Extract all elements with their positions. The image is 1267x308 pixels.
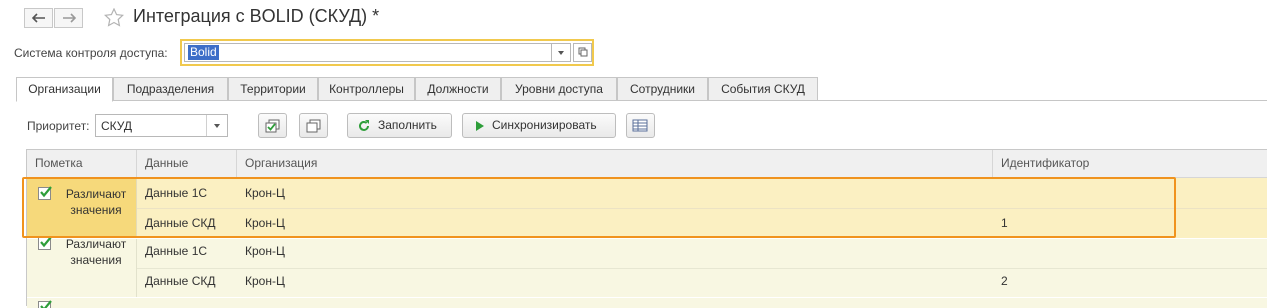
chevron-down-icon[interactable] <box>206 115 227 136</box>
check-all-button[interactable] <box>258 113 287 138</box>
tab-positions[interactable]: Должности <box>415 77 501 101</box>
settings-table-icon <box>632 119 648 132</box>
play-icon <box>476 121 484 131</box>
tab-access-levels[interactable]: Уровни доступа <box>501 77 617 101</box>
fill-button-label: Заполнить <box>378 118 437 132</box>
open-form-icon[interactable] <box>573 43 592 62</box>
tab-controllers[interactable]: Контроллеры <box>318 77 415 101</box>
mark-text: Различают значения <box>65 237 127 267</box>
sync-button-label: Синхронизировать <box>492 118 597 132</box>
table-row[interactable]: Данные 1С Крон-Ц <box>137 237 1267 266</box>
mark-cell[interactable]: Различают значения <box>27 236 137 297</box>
cell-data: Данные СКД <box>145 274 216 288</box>
table-row[interactable]: Данные СКД Крон-Ц 2 <box>137 267 1267 296</box>
uncheck-all-button[interactable] <box>299 113 328 138</box>
priority-select[interactable]: СКУД <box>95 114 228 137</box>
checkmark-icon <box>40 300 52 308</box>
access-system-label: Система контроля доступа: <box>14 46 168 60</box>
cell-organization: Крон-Ц <box>245 244 285 258</box>
cell-organization: Крон-Ц <box>245 274 285 288</box>
back-button[interactable] <box>24 8 53 28</box>
arrow-left-icon <box>31 13 45 23</box>
cell-data: Данные 1С <box>145 244 208 258</box>
favorite-star-icon[interactable] <box>103 7 125 30</box>
fill-button[interactable]: Заполнить <box>347 113 452 138</box>
cell-identifier <box>993 237 1267 266</box>
priority-value: СКУД <box>101 119 133 133</box>
mark-checkbox[interactable] <box>38 236 52 250</box>
print-settings-button[interactable] <box>626 113 655 138</box>
column-header-identifier[interactable]: Идентификатор <box>993 150 1267 177</box>
tab-organizations[interactable]: Организации <box>16 77 113 102</box>
dropdown-arrow-icon[interactable] <box>552 43 571 62</box>
cell-identifier: 2 <box>1001 274 1008 288</box>
table-row-group[interactable] <box>27 298 1267 308</box>
tab-territories[interactable]: Территории <box>228 77 318 101</box>
refresh-icon <box>359 120 369 131</box>
access-system-value: Bolid <box>188 45 219 60</box>
column-header-data[interactable]: Данные <box>137 150 237 177</box>
tab-departments[interactable]: Подразделения <box>113 77 228 101</box>
uncheck-all-icon <box>306 119 321 133</box>
window-title: Интеграция с BOLID (СКУД) * <box>133 6 380 26</box>
column-header-organization[interactable]: Организация <box>237 150 993 177</box>
column-header-mark[interactable]: Пометка <box>27 150 137 177</box>
priority-label: Приоритет: <box>27 119 90 133</box>
check-all-icon <box>265 119 280 133</box>
table-row-group[interactable]: Различают значения Данные 1С Крон-Ц Данн… <box>27 236 1267 297</box>
table-header: Пометка Данные Организация Идентификатор <box>27 150 1267 178</box>
access-system-input[interactable]: Bolid <box>184 43 552 62</box>
tab-employees[interactable]: Сотрудники <box>617 77 708 101</box>
tab-access-events[interactable]: События СКУД <box>708 77 818 101</box>
forward-button[interactable] <box>54 8 83 28</box>
arrow-right-icon <box>62 13 76 23</box>
access-system-field[interactable]: Bolid <box>180 39 594 66</box>
sync-button[interactable]: Синхронизировать <box>462 113 616 138</box>
selection-highlight <box>22 177 1176 238</box>
